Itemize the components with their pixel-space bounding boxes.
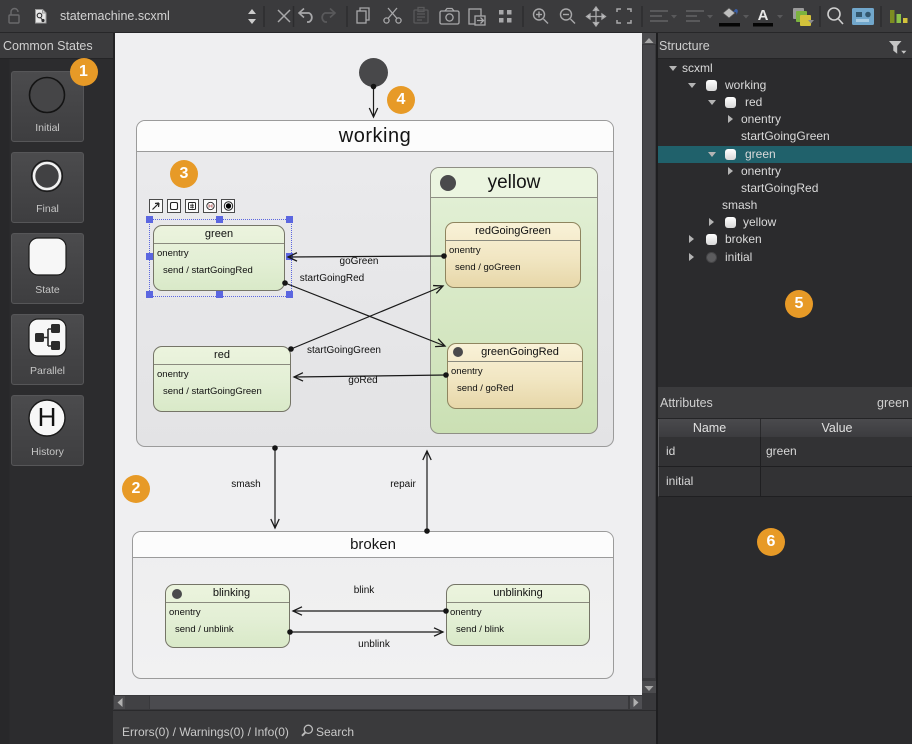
svg-text:H: H (38, 402, 57, 432)
svg-text:A: A (758, 7, 769, 24)
